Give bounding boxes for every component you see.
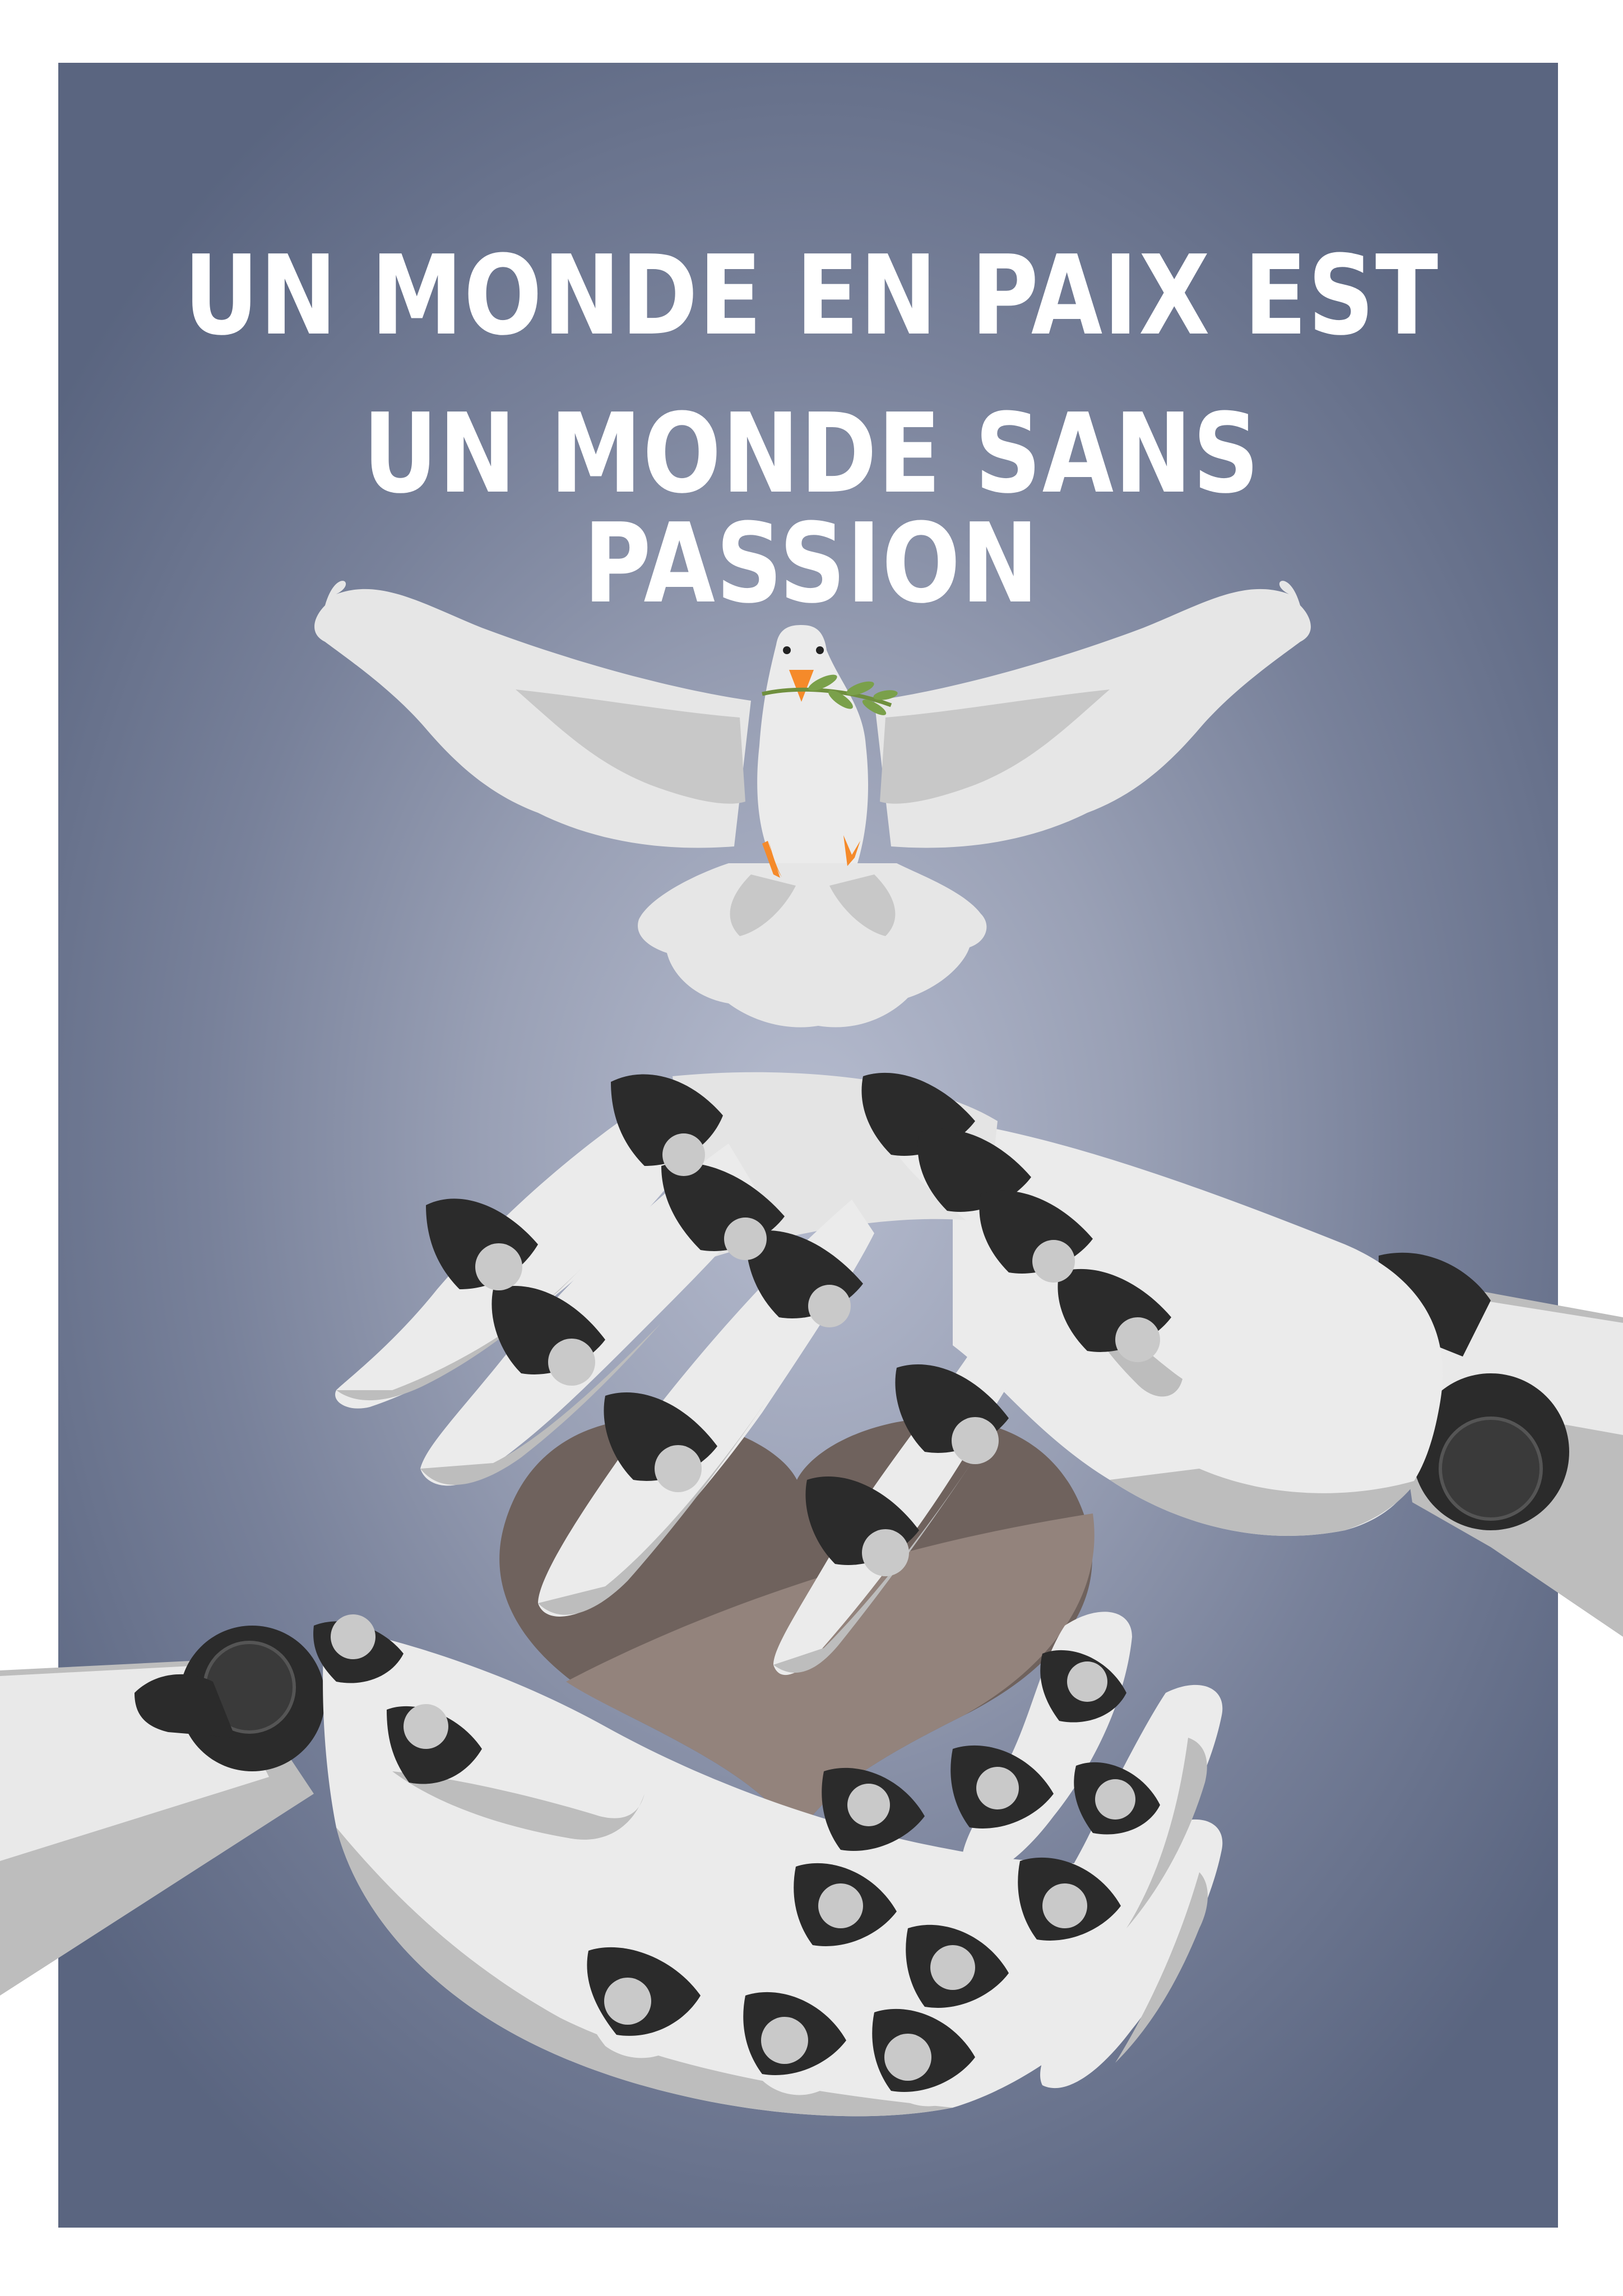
dove-icon [314, 581, 1311, 1027]
poster: UN MONDE EN PAIX EST UN MONDE SANS PASSI… [0, 0, 1623, 2296]
illustration [0, 581, 1623, 2117]
